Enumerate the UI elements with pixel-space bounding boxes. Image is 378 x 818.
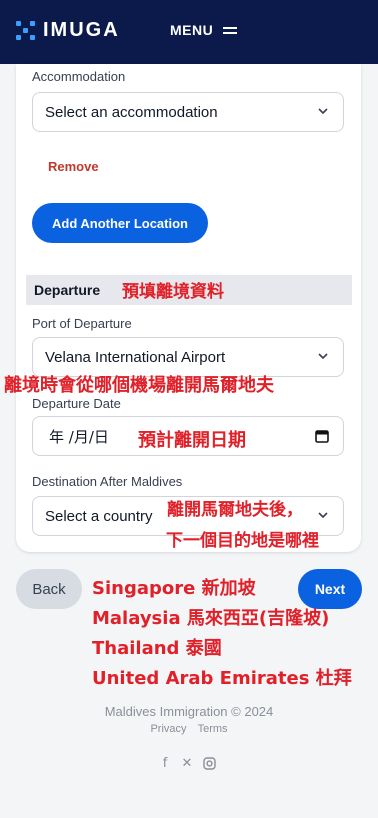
- top-navbar: IMUGA MENU: [0, 0, 378, 64]
- form-card: Accommodation Select an accommodation Re…: [16, 64, 361, 552]
- next-button[interactable]: Next: [298, 569, 362, 609]
- menu-label: MENU: [170, 22, 214, 38]
- chevron-down-icon: [318, 353, 328, 360]
- social-links: f ✕: [158, 756, 224, 771]
- port-of-departure-value: Velana International Airport: [45, 348, 226, 366]
- country-example-uae: United Arab Emirates 杜拜: [92, 668, 352, 689]
- calendar-icon[interactable]: [315, 429, 329, 443]
- departure-date-value: 年 /月/日: [49, 427, 109, 446]
- accommodation-label: Accommodation: [32, 69, 126, 84]
- facebook-icon[interactable]: f: [158, 756, 172, 771]
- terms-link[interactable]: Terms: [198, 723, 228, 735]
- departure-date-annotation: 預計離開日期: [138, 430, 246, 451]
- x-icon[interactable]: ✕: [180, 756, 194, 771]
- logo-mark-icon: [16, 21, 35, 40]
- departure-annotation: 預填離境資料: [122, 282, 224, 302]
- hamburger-icon: [223, 24, 238, 37]
- port-of-departure-label: Port of Departure: [32, 316, 132, 331]
- privacy-link[interactable]: Privacy: [150, 723, 186, 735]
- back-button[interactable]: Back: [16, 569, 82, 609]
- menu-button[interactable]: MENU: [170, 22, 238, 38]
- remove-location-button[interactable]: Remove: [48, 159, 99, 174]
- destination-select-value: Select a country: [45, 507, 153, 525]
- accommodation-select[interactable]: Select an accommodation: [32, 92, 344, 132]
- destination-annotation-line1: 離開馬爾地夫後，: [167, 500, 303, 520]
- instagram-icon[interactable]: [202, 756, 216, 770]
- accommodation-select-value: Select an accommodation: [45, 103, 218, 121]
- imuga-logo[interactable]: IMUGA: [16, 19, 120, 42]
- port-annotation: 離境時會從哪個機場離開馬爾地夫: [4, 375, 274, 396]
- country-example-thailand: Thailand 泰國: [92, 638, 222, 659]
- departure-section-title: Departure: [34, 282, 101, 298]
- add-another-location-button[interactable]: Add Another Location: [32, 203, 208, 243]
- chevron-down-icon: [318, 512, 328, 519]
- chevron-down-icon: [318, 108, 328, 115]
- destination-label: Destination After Maldives: [32, 474, 183, 489]
- logo-text: IMUGA: [43, 19, 120, 41]
- destination-annotation-line2: 下一個目的地是哪裡: [166, 531, 319, 551]
- footer-links: Privacy Terms: [0, 723, 378, 735]
- footer-copyright: Maldives Immigration © 2024: [104, 704, 274, 719]
- country-example-singapore: Singapore 新加坡: [92, 578, 256, 599]
- country-example-malaysia: Malaysia 馬來西亞(吉隆坡): [92, 608, 330, 629]
- departure-date-label: Departure Date: [32, 396, 121, 411]
